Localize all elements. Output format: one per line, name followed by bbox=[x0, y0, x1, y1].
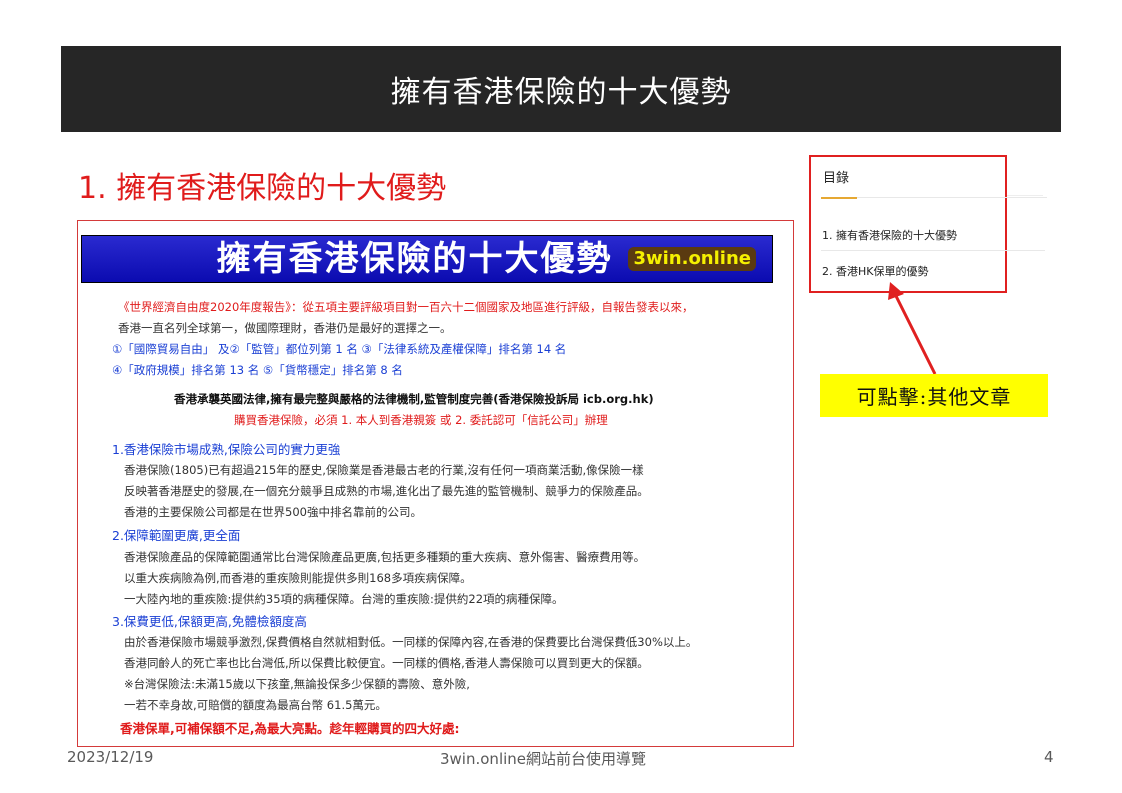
page-number: 4 bbox=[1044, 748, 1054, 766]
banner-title: 擁有香港保險的十大優勢 bbox=[216, 238, 613, 279]
point2-line-1: 香港保險產品的保障範圍通常比台灣保險產品更廣,包括更多種類的重大疾病、意外傷害、… bbox=[124, 550, 646, 564]
point1-line-2: 反映著香港歷史的發展,在一個充分競爭且成熟的市場,進化出了最先進的監管機制、競爭… bbox=[124, 484, 649, 498]
pointer-arrow-icon bbox=[888, 282, 937, 375]
point2-heading: 2.保障範圍更廣,更全面 bbox=[112, 528, 241, 543]
point3-line-2: 香港同齡人的死亡率也比台灣低,所以保費比較便宜。一同樣的價格,香港人壽保險可以買… bbox=[124, 656, 649, 670]
footer-date: 2023/12/19 bbox=[67, 748, 154, 766]
law-line: 香港承襲英國法律,擁有最完整與嚴格的法律機制,監管制度完善(香港保險投訴局 ic… bbox=[174, 392, 654, 406]
intro-line-3: ①「國際貿易自由」 及②「監管」都位列第 1 名 ③「法律系統及產權保障」排名第… bbox=[112, 342, 567, 356]
closing-line: 香港保單,可補保額不足,為最大亮點。趁年輕購買的四大好處: bbox=[120, 721, 460, 736]
intro-line-1: 《世界經濟自由度2020年度報告》：從五項主要評級項目對一百六十二個國家及地區進… bbox=[118, 300, 694, 314]
section-heading: 1. 擁有香港保險的十大優勢 bbox=[78, 171, 447, 206]
toc-title: 目錄 bbox=[823, 171, 850, 186]
article-banner: 擁有香港保險的十大優勢 3win.online bbox=[81, 235, 773, 283]
point3-heading: 3.保費更低,保額更高,免體檢額度高 bbox=[112, 614, 307, 629]
toc-item-divider bbox=[821, 250, 1045, 251]
banner-brand-logo: 3win.online bbox=[628, 247, 756, 271]
point3-line-3: ※台灣保險法:未滿15歲以下孩童,無論投保多少保額的壽險、意外險, bbox=[124, 677, 470, 691]
point2-line-3: 一大陸內地的重疾險:提供約35項的病種保障。台灣的重疾險:提供約22項的病種保障… bbox=[124, 592, 564, 606]
footer-caption: 3win.online網站前台使用導覽 bbox=[440, 750, 647, 768]
point1-line-3: 香港的主要保險公司都是在世界500強中排名靠前的公司。 bbox=[124, 505, 422, 519]
article-image: 擁有香港保險的十大優勢 3win.online 《世界經濟自由度2020年度報告… bbox=[77, 220, 794, 747]
buy-line: 購買香港保險，必須 1. 本人到香港親簽 或 2. 委託認可「信託公司」辦理 bbox=[234, 413, 608, 427]
toc-accent-line bbox=[821, 197, 857, 199]
point3-line-1: 由於香港保險市場競爭激烈,保費價格自然就相對低。一同樣的保障內容,在香港的保費要… bbox=[124, 635, 698, 649]
slide-title-bar: 擁有香港保險的十大優勢 bbox=[61, 46, 1061, 132]
point1-line-1: 香港保險(1805)已有超過215年的歷史,保險業是香港最古老的行業,沒有任何一… bbox=[124, 463, 644, 477]
point2-line-2: 以重大疾病險為例,而香港的重疾險則能提供多則168多項疾病保障。 bbox=[124, 571, 472, 585]
slide-title: 擁有香港保險的十大優勢 bbox=[390, 75, 732, 110]
toc-divider-extension bbox=[1007, 195, 1043, 196]
toc-item-article-1[interactable]: 1. 擁有香港保險的十大優勢 bbox=[822, 227, 957, 243]
intro-line-4: ④「政府規模」排名第 13 名 ⑤「貨幣穩定」排名第 8 名 bbox=[112, 363, 403, 377]
toc-item-article-2[interactable]: 2. 香港HK保單的優勢 bbox=[822, 263, 928, 279]
intro-line-2: 香港一直名列全球第一，做國際理財，香港仍是最好的選擇之一。 bbox=[118, 321, 452, 335]
table-of-contents: 目錄 1. 擁有香港保險的十大優勢 2. 香港HK保單的優勢 bbox=[809, 155, 1047, 293]
callout-note: 可點擊:其他文章 bbox=[820, 374, 1048, 417]
point1-heading: 1.香港保險市場成熟,保險公司的實力更強 bbox=[112, 442, 341, 457]
point3-line-4: 一若不幸身故,可賠償的額度為最高台幣 61.5萬元。 bbox=[124, 698, 387, 712]
